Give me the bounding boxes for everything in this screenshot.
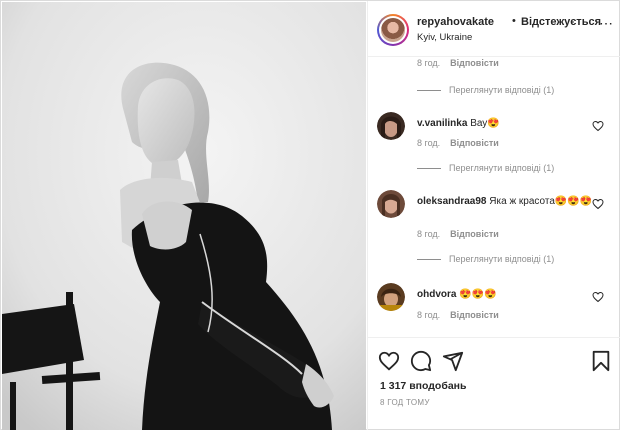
view-replies-label: Переглянути відповіді (1) (449, 163, 555, 173)
separator-dot: • (512, 15, 516, 27)
reply-button[interactable]: Відповісти (450, 138, 499, 148)
comments-list[interactable]: 8 год. Відповісти Переглянути відповіді (… (368, 58, 620, 336)
reply-button[interactable]: Відповісти (450, 310, 499, 320)
view-replies-button[interactable]: Переглянути відповіді (1) (417, 254, 554, 264)
send-icon[interactable] (442, 350, 464, 372)
reply-button[interactable]: Відповісти (450, 58, 499, 68)
view-replies-label: Переглянути відповіді (1) (449, 85, 555, 95)
comment-time: 8 год. (417, 229, 441, 239)
post-sidebar: repyahovakate • Відстежується Kyiv, Ukra… (367, 1, 620, 430)
bookmark-icon[interactable] (590, 350, 612, 372)
heart-icon[interactable] (378, 350, 400, 372)
heart-icon[interactable] (592, 120, 604, 132)
post-photo[interactable] (2, 2, 366, 430)
commenter-username[interactable]: oleksandraa98 (417, 196, 487, 207)
comment-meta: 8 год. Відповісти (417, 229, 499, 239)
commenter-avatar[interactable] (377, 283, 405, 311)
following-button[interactable]: Відстежується (521, 16, 601, 28)
post-timestamp[interactable]: 8 ГОД ТОМУ (380, 398, 430, 407)
comment-text: v.vanilinka Вау😍 (417, 117, 597, 130)
comment-text: ohdvora 😍😍😍 (417, 288, 597, 301)
comment-icon[interactable] (410, 350, 432, 372)
comment-meta: 8 год. Відповісти (417, 310, 499, 320)
author-avatar[interactable] (377, 14, 409, 46)
comment-time: 8 год. (417, 58, 441, 68)
commenter-username[interactable]: v.vanilinka (417, 118, 467, 129)
comment-body: Яка ж красота😍😍😍 (489, 196, 593, 207)
post-header: repyahovakate • Відстежується Kyiv, Ukra… (368, 1, 620, 57)
comment-body: 😍😍😍 (459, 289, 497, 300)
comment-item: oleksandraa98 Яка ж красота😍😍😍 (368, 190, 620, 222)
post-location[interactable]: Kyiv, Ukraine (417, 32, 472, 43)
commenter-avatar[interactable] (377, 112, 405, 140)
instagram-post: repyahovakate • Відстежується Kyiv, Ukra… (0, 0, 620, 430)
likes-count[interactable]: 1 317 вподобань (380, 380, 466, 392)
heart-icon[interactable] (592, 291, 604, 303)
commenter-username[interactable]: ohdvora (417, 289, 456, 300)
author-username[interactable]: repyahovakate (417, 16, 494, 28)
heart-icon[interactable] (592, 198, 604, 210)
commenter-avatar[interactable] (377, 190, 405, 218)
view-replies-button[interactable]: Переглянути відповіді (1) (417, 85, 554, 95)
view-replies-label: Переглянути відповіді (1) (449, 254, 555, 264)
comment-text: oleksandraa98 Яка ж красота😍😍😍 (417, 195, 597, 208)
reply-button[interactable]: Відповісти (450, 229, 499, 239)
comment-meta: 8 год. Відповісти (417, 58, 499, 68)
view-replies-button[interactable]: Переглянути відповіді (1) (417, 163, 554, 173)
ellipsis-icon[interactable]: ⋯ (599, 15, 614, 32)
comment-time: 8 год. (417, 138, 441, 148)
comment-time: 8 год. (417, 310, 441, 320)
post-actions: 1 317 вподобань 8 ГОД ТОМУ (368, 337, 620, 429)
comment-meta: 8 год. Відповісти (417, 138, 499, 148)
comment-body: Вау😍 (470, 118, 500, 129)
